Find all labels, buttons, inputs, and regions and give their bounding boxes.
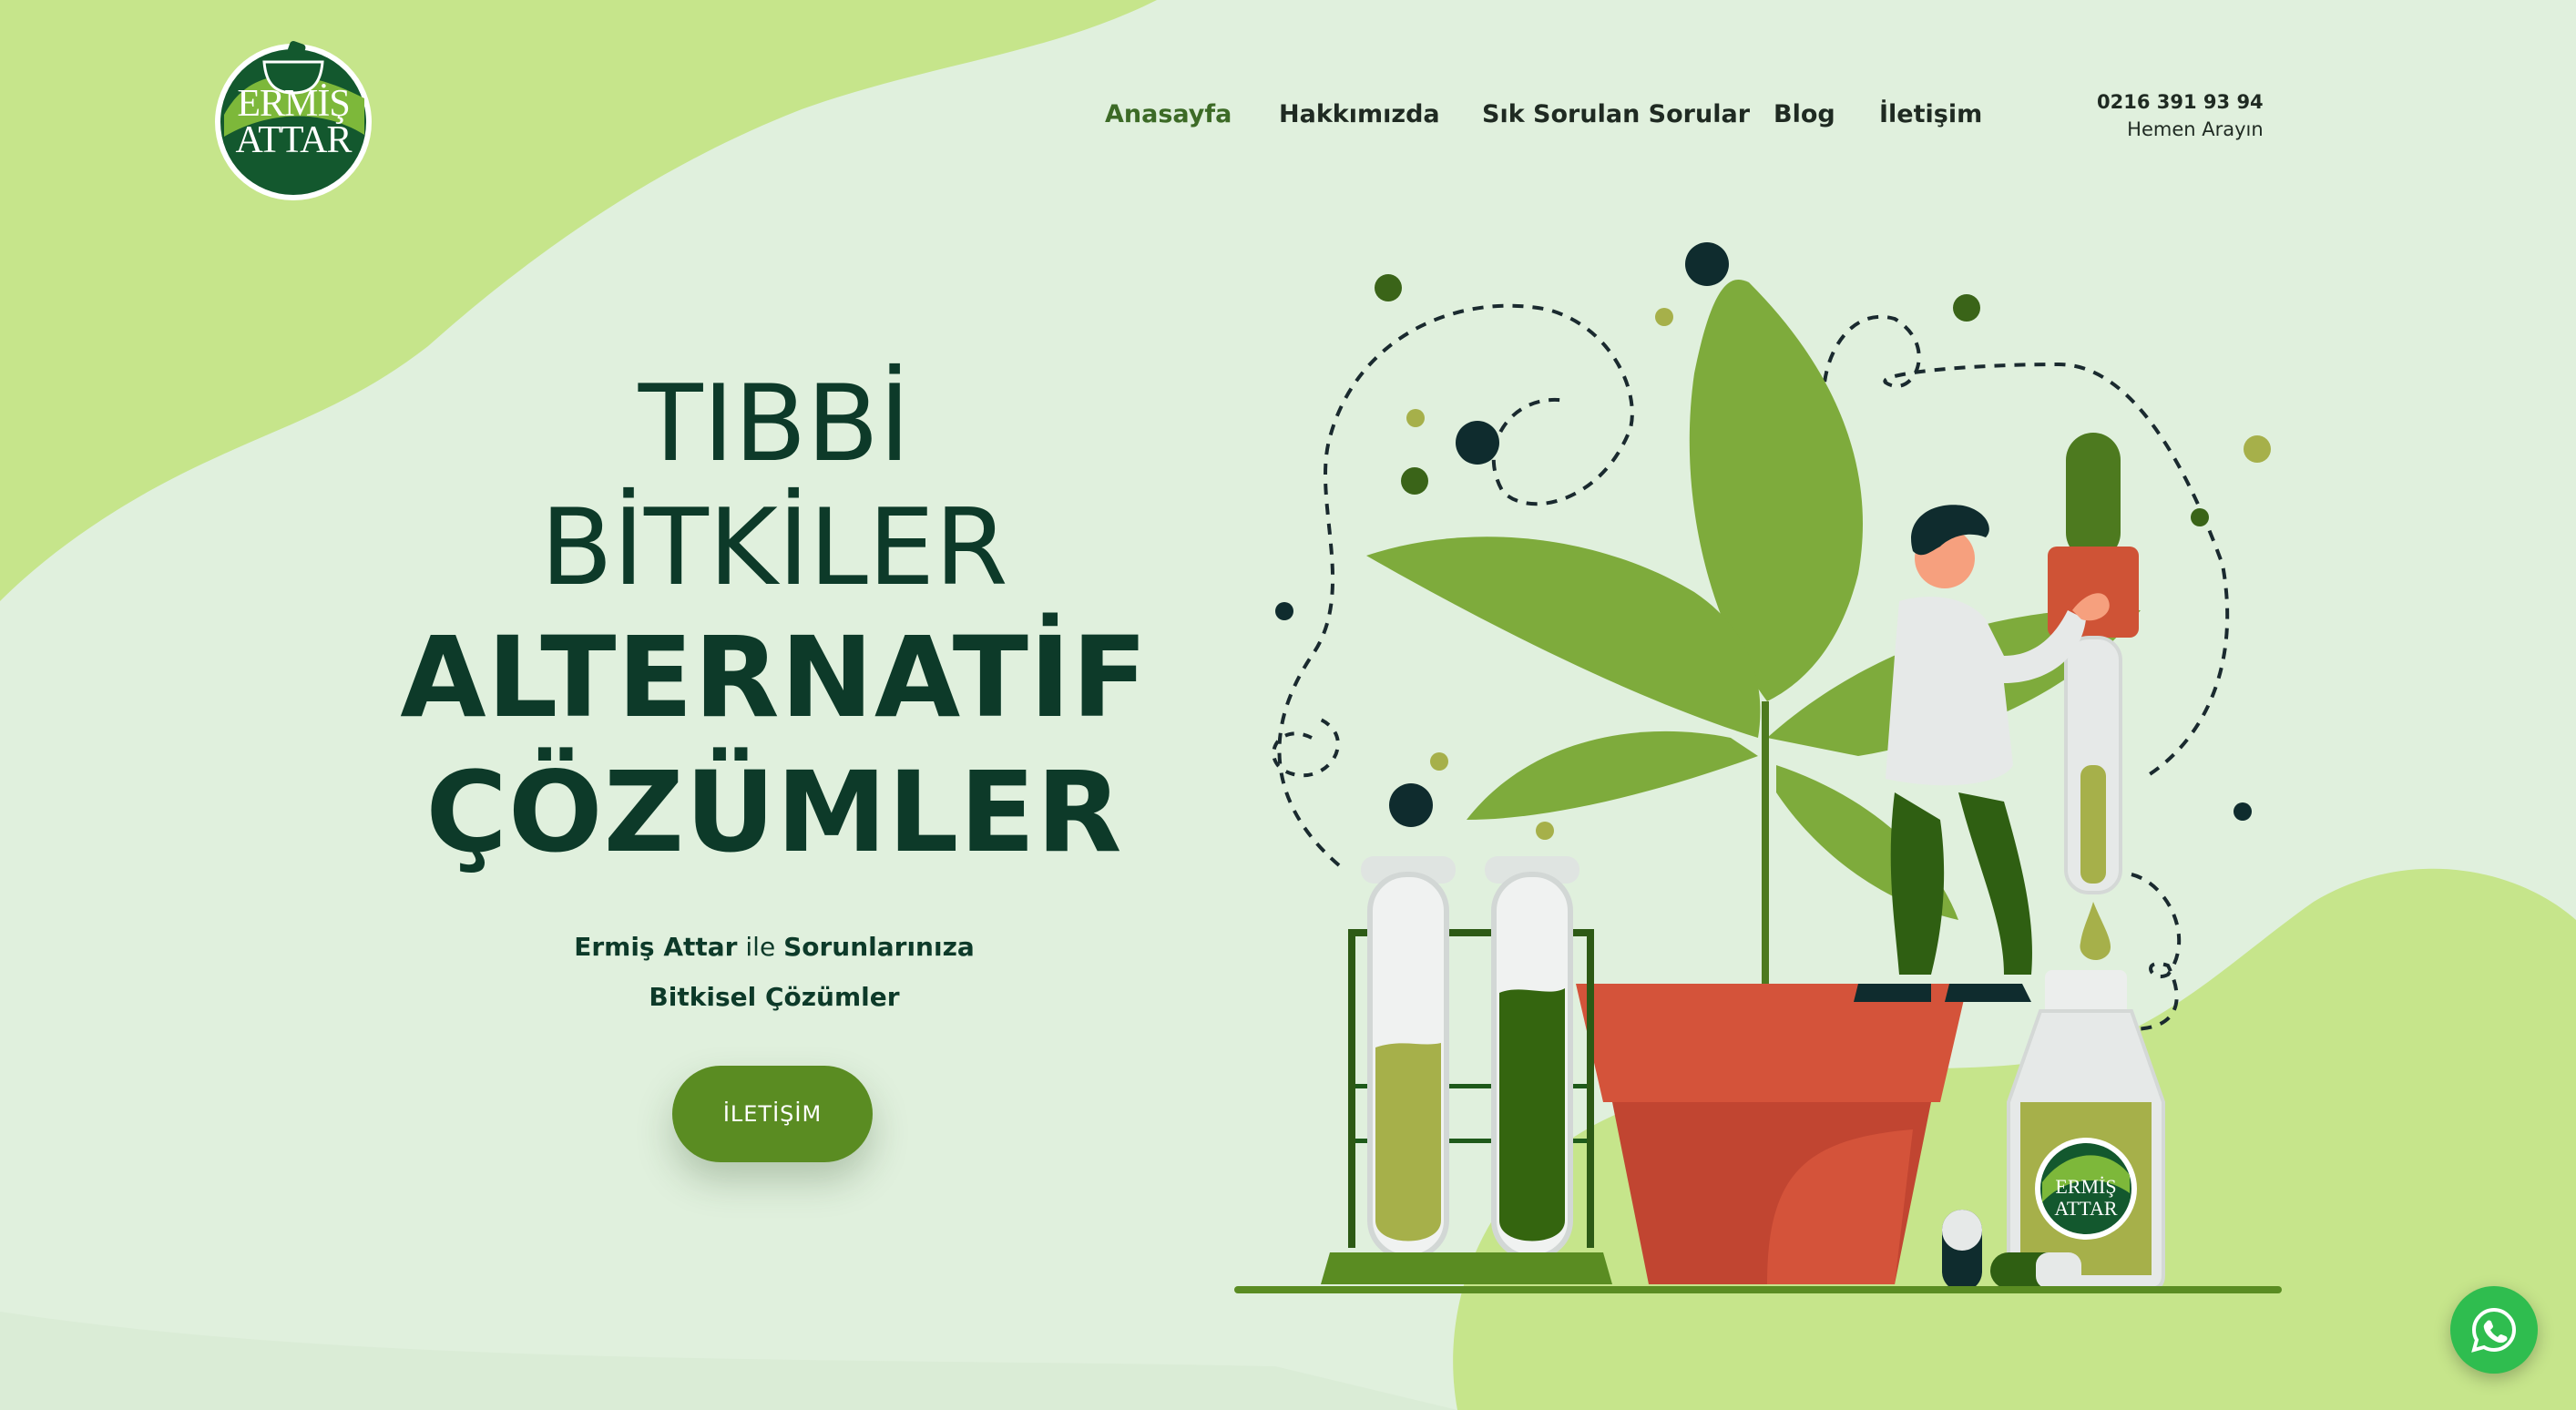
subtitle-rest: Sorunlarınıza: [783, 932, 975, 962]
hero-title-line2: BİTKİLER: [540, 486, 1008, 609]
nav-item-iletisim[interactable]: İletişim: [1879, 95, 1982, 135]
hero-subtitle: Ermiş Attar ile Sorunlarınıza Bitkisel Ç…: [510, 922, 1038, 1022]
call-label: Hemen Arayın: [2127, 118, 2264, 140]
nav-item-hakkimizda[interactable]: Hakkımızda: [1279, 95, 1440, 135]
nav-item-blog[interactable]: Blog: [1774, 95, 1835, 135]
hero-title: TIBBİ BİTKİLER ALTERNATİF ÇÖZÜMLER: [392, 363, 1157, 880]
hero-illustration: ERMİŞ ATTAR: [1234, 242, 2282, 1293]
whatsapp-icon: [2471, 1307, 2517, 1353]
whatsapp-button[interactable]: [2450, 1286, 2538, 1374]
brand-logo[interactable]: ERMİŞ ATTAR: [211, 35, 375, 202]
phone-number[interactable]: 0216 391 93 94: [2097, 88, 2264, 116]
nav-item-anasayfa[interactable]: Anasayfa: [1105, 95, 1232, 135]
hero-title-line1: TIBBİ: [638, 363, 911, 485]
subtitle-brand: Ermiş Attar: [574, 932, 738, 962]
bottle-label-line1: ERMİŞ: [2055, 1175, 2116, 1198]
hero-title-line4: ÇÖZÜMLER: [425, 748, 1123, 877]
hero-title-line3: ALTERNATİF: [400, 613, 1149, 742]
subtitle-connector: ile: [737, 932, 784, 962]
logo-text: ERMİŞ ATTAR: [235, 83, 353, 161]
phone-contact[interactable]: 0216 391 93 94 Hemen Arayın: [2097, 88, 2264, 143]
nav-item-sss[interactable]: Sık Sorulan Sorular: [1482, 95, 1750, 135]
subtitle-line2: Bitkisel Çözümler: [649, 982, 900, 1012]
bottle-label-line2: ATTAR: [2054, 1197, 2117, 1220]
contact-cta-button[interactable]: İLETİŞİM: [672, 1066, 873, 1162]
